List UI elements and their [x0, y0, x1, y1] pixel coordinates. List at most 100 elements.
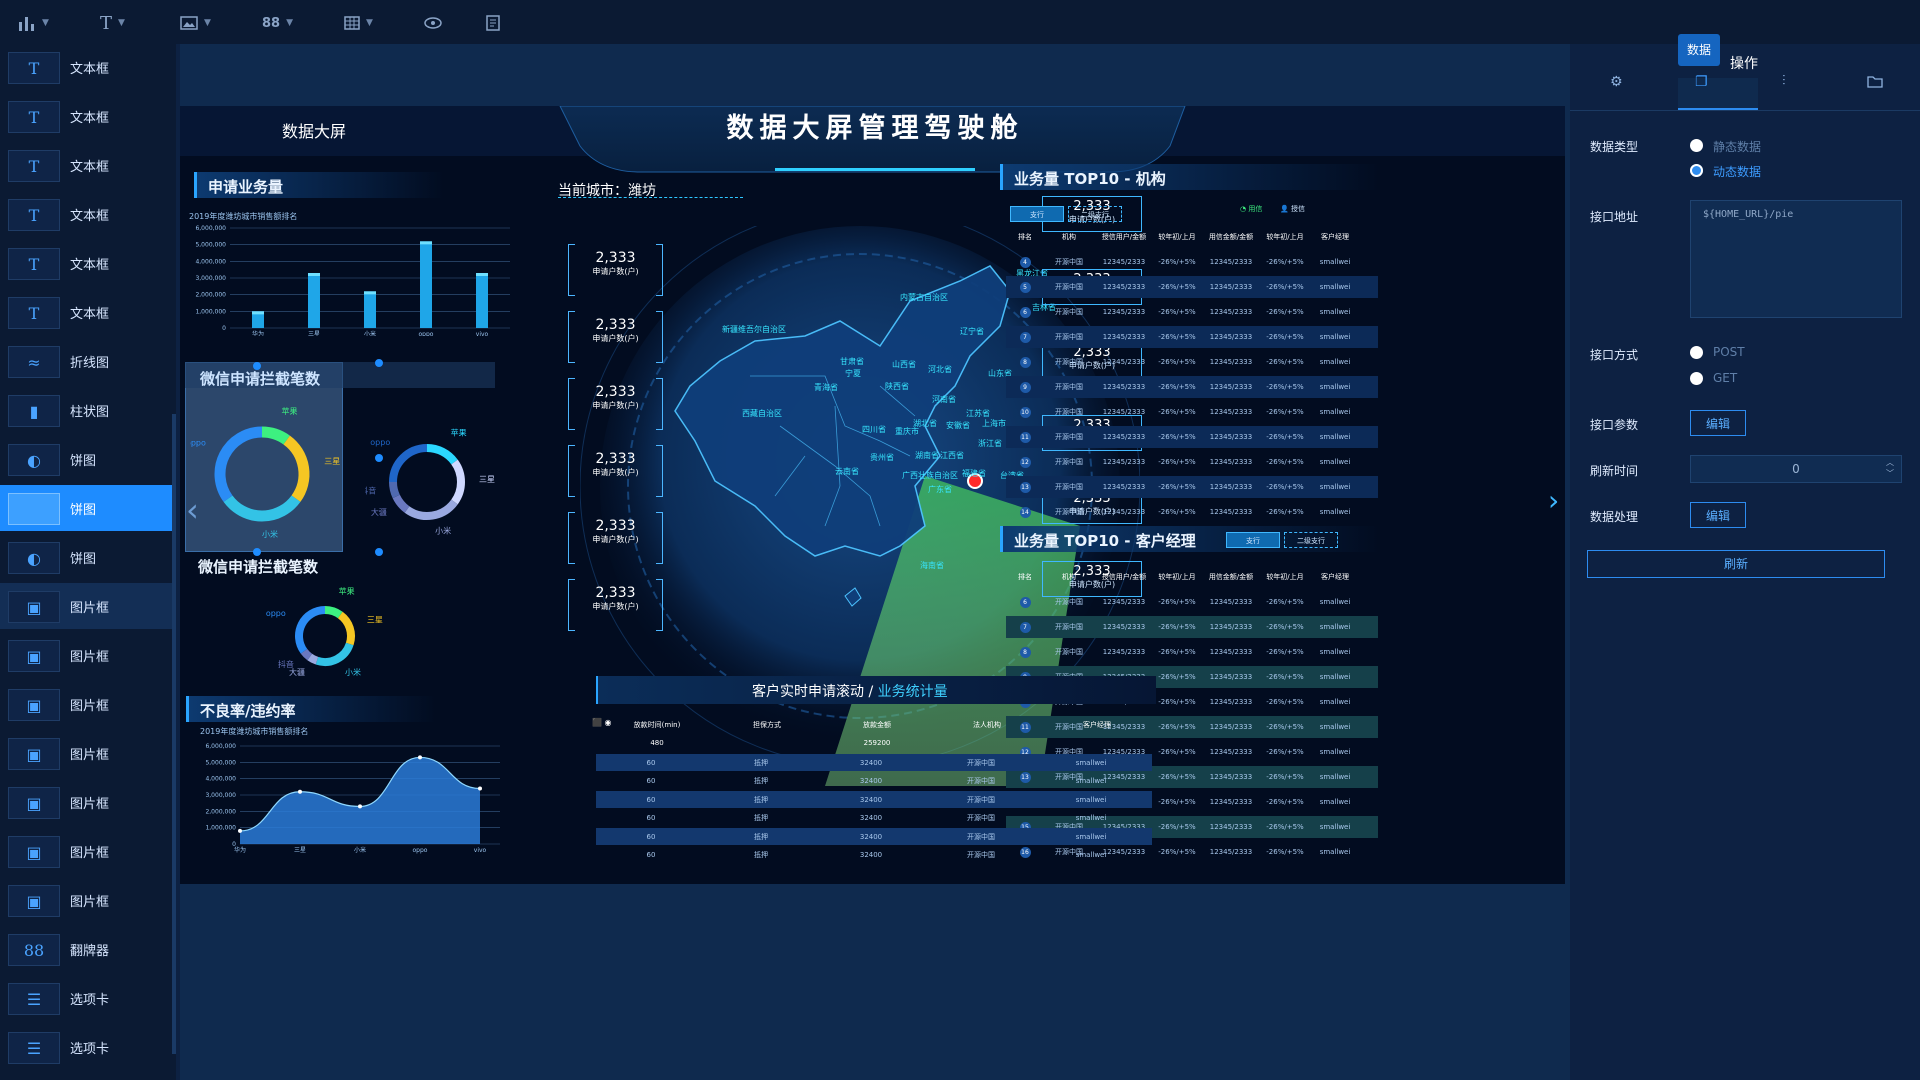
scroll-table-row[interactable]: 60 抵押 32400 开源中国 smallwei [596, 791, 1152, 808]
sliders-icon[interactable]: ⫶ [1782, 73, 1786, 89]
resize-handle[interactable] [375, 548, 383, 556]
table-row[interactable]: 4 开源中国 12345/2333 -26%/+5% 12345/2333 -26%/+5… [1006, 251, 1378, 273]
table-row[interactable]: 8 开源中国 12345/2333 -26%/+5% 12345/2333 -26%/+5… [1006, 641, 1378, 663]
text-menu-button[interactable]: T ▼ [100, 10, 125, 36]
tab-operate[interactable]: 操作 [1730, 53, 1758, 73]
table-row[interactable]: 11 开源中国 12345/2333 -26%/+5% 12345/2333 -26%/+… [1006, 426, 1378, 448]
sidebar-item-13[interactable]: ▣ 图片框 [0, 681, 172, 727]
folder-icon[interactable] [1867, 73, 1883, 92]
copy-icon[interactable]: ❐ [1695, 74, 1708, 90]
sidebar-item-1[interactable]: T 文本框 [0, 93, 172, 139]
image-icon: ▣ [8, 640, 60, 672]
stepper-arrows-icon[interactable]: ︿ ﹀ [1886, 457, 1894, 479]
table-header: 排名 机构 授信用户/金额 较年初/上月 用信金额/金额 较年初/上月 客户经理 [1006, 566, 1378, 588]
scroll-table-row[interactable]: 60 抵押 32400 开源中国 smallwei [596, 810, 1152, 827]
table-cell: -26%/+5% [1158, 483, 1196, 491]
stat-left-5: 2,333 申请户数(户) [568, 579, 663, 631]
top10-org-tab-branch[interactable]: 支行 [1010, 206, 1064, 222]
sidebar-item-2[interactable]: T 文本框 [0, 142, 172, 188]
table-row[interactable]: 10 开源中国 12345/2333 -26%/+5% 12345/2333 -26%/+… [1006, 401, 1378, 423]
gear-icon[interactable]: ⚙ [1610, 74, 1623, 90]
sidebar-item-label: 饼图 [70, 502, 97, 518]
bar [308, 273, 320, 328]
table-cell: -26%/+5% [1158, 383, 1196, 391]
table-row[interactable]: 13 开源中国 12345/2333 -26%/+5% 12345/2333 -26%/+… [1006, 476, 1378, 498]
table-header-cell: 较年初/上月 [1266, 573, 1304, 581]
table-cell: -26%/+5% [1266, 723, 1304, 731]
sidebar-item-15[interactable]: ▣ 图片框 [0, 779, 172, 825]
refresh-button[interactable]: 刷新 [1587, 550, 1885, 578]
sidebar-item-14[interactable]: ▣ 图片框 [0, 730, 172, 776]
table-row[interactable]: 14 开源中国 12345/2333 -26%/+5% 12345/2333 -26%/+… [1006, 501, 1378, 523]
scroll-table-row[interactable]: 60 抵押 32400 开源中国 smallwei [596, 828, 1152, 845]
carousel-prev-icon[interactable]: ‹ [186, 491, 199, 529]
tab-data[interactable]: 数据 [1678, 34, 1720, 66]
sidebar-item-7[interactable]: ▮ 柱状图 [0, 387, 172, 433]
city-selector[interactable]: 当前城市：潍坊 [558, 180, 743, 199]
sidebar-scrollbar[interactable] [172, 414, 176, 1054]
sidebar-item-label: 选项卡 [70, 992, 110, 1008]
chart-menu-button[interactable]: ▼ [18, 10, 49, 36]
sidebar-item-16[interactable]: ▣ 图片框 [0, 828, 172, 874]
sidebar-item-10[interactable]: ◐ 饼图 [0, 534, 172, 580]
rank-badge: 6 [1006, 596, 1044, 608]
sidebar-item-17[interactable]: ▣ 图片框 [0, 877, 172, 923]
resize-handle[interactable] [253, 362, 261, 370]
radio-get[interactable] [1690, 372, 1703, 385]
map-label: 山西省 [892, 360, 916, 369]
sidebar-item-9[interactable]: 饼图 [0, 485, 172, 531]
table-menu-button[interactable]: ▼ [344, 10, 373, 36]
top10-mgr-tab-sub[interactable]: 二级支行 [1284, 532, 1338, 548]
table-cell: 12345/2333 [1102, 598, 1146, 606]
image-icon: ▣ [8, 689, 60, 721]
table-cell: -26%/+5% [1266, 383, 1304, 391]
sidebar-item-5[interactable]: T 文本框 [0, 289, 172, 335]
table-row[interactable]: 6 开源中国 12345/2333 -26%/+5% 12345/2333 -26%/+5… [1006, 591, 1378, 613]
resize-handle[interactable] [253, 548, 261, 556]
scroll-cell: 60 [646, 814, 656, 822]
api-url-textarea[interactable]: ${HOME_URL}/pie [1690, 200, 1902, 318]
bar [364, 291, 376, 328]
image-menu-button[interactable]: ▼ [180, 10, 211, 36]
scroll-cell: 60 [646, 795, 656, 804]
table-row[interactable]: 5 开源中国 12345/2333 -26%/+5% 12345/2333 -26%/+5… [1006, 276, 1378, 298]
sidebar-item-12[interactable]: ▣ 图片框 [0, 632, 172, 678]
sidebar-item-6[interactable]: ≈ 折线图 [0, 338, 172, 384]
map-label: 江西省 [940, 451, 964, 460]
sidebar-item-11[interactable]: ▣ 图片框 [0, 583, 172, 629]
table-row[interactable]: 7 开源中国 12345/2333 -26%/+5% 12345/2333 -26%/+5… [1006, 616, 1378, 638]
map-label: 湖南省 [915, 451, 939, 460]
table-row[interactable]: 8 开源中国 12345/2333 -26%/+5% 12345/2333 -26%/+5… [1006, 351, 1378, 373]
scroll-table-row[interactable]: 60 抵押 32400 开源中国 smallwei [596, 847, 1152, 864]
resize-handle[interactable] [375, 454, 383, 462]
table-row[interactable]: 6 开源中国 12345/2333 -26%/+5% 12345/2333 -26%/+5… [1006, 301, 1378, 323]
radio-static[interactable] [1690, 139, 1703, 152]
sidebar-item-0[interactable]: T 文本框 [0, 44, 172, 90]
sidebar-item-3[interactable]: T 文本框 [0, 191, 172, 237]
top10-mgr-tab-branch[interactable]: 支行 [1226, 532, 1280, 548]
radio-dynamic[interactable] [1690, 164, 1703, 177]
sidebar-item-19[interactable]: ☰ 选项卡 [0, 975, 172, 1021]
flip-menu-button[interactable]: 88 ▼ [262, 10, 293, 36]
sidebar-item-20[interactable]: ☰ 选项卡 [0, 1024, 172, 1070]
sidebar-item-18[interactable]: 88 翻牌器 [0, 926, 172, 972]
sidebar-item-4[interactable]: T 文本框 [0, 240, 172, 286]
resize-handle[interactable] [375, 359, 383, 367]
api-params-edit-button[interactable]: 编辑 [1690, 410, 1746, 436]
carousel-next-icon[interactable]: › [1548, 484, 1559, 517]
sidebar-item-8[interactable]: ◐ 饼图 [0, 436, 172, 482]
preview-button[interactable] [424, 10, 442, 36]
radio-post[interactable] [1690, 346, 1703, 359]
table-row[interactable]: 9 开源中国 12345/2333 -26%/+5% 12345/2333 -26%/+5… [1006, 376, 1378, 398]
scroll-table-row[interactable]: 60 抵押 32400 开源中国 smallwei [596, 754, 1152, 771]
y-tick-label: 5,000,000 [195, 242, 226, 249]
table-cell: -26%/+5% [1266, 848, 1304, 856]
table-row[interactable]: 7 开源中国 12345/2333 -26%/+5% 12345/2333 -26%/+5… [1006, 326, 1378, 348]
notes-button[interactable] [486, 10, 500, 36]
table-row[interactable]: 12 开源中国 12345/2333 -26%/+5% 12345/2333 -26%/+… [1006, 451, 1378, 473]
refresh-time-input[interactable]: 0 [1690, 455, 1902, 483]
data-process-edit-button[interactable]: 编辑 [1690, 502, 1746, 528]
top10-org-tab-sub[interactable]: 二级支行 [1068, 206, 1122, 222]
scroll-table-row[interactable]: 60 抵押 32400 开源中国 smallwei [596, 773, 1152, 790]
table-cell: 开源中国 [1055, 383, 1083, 391]
